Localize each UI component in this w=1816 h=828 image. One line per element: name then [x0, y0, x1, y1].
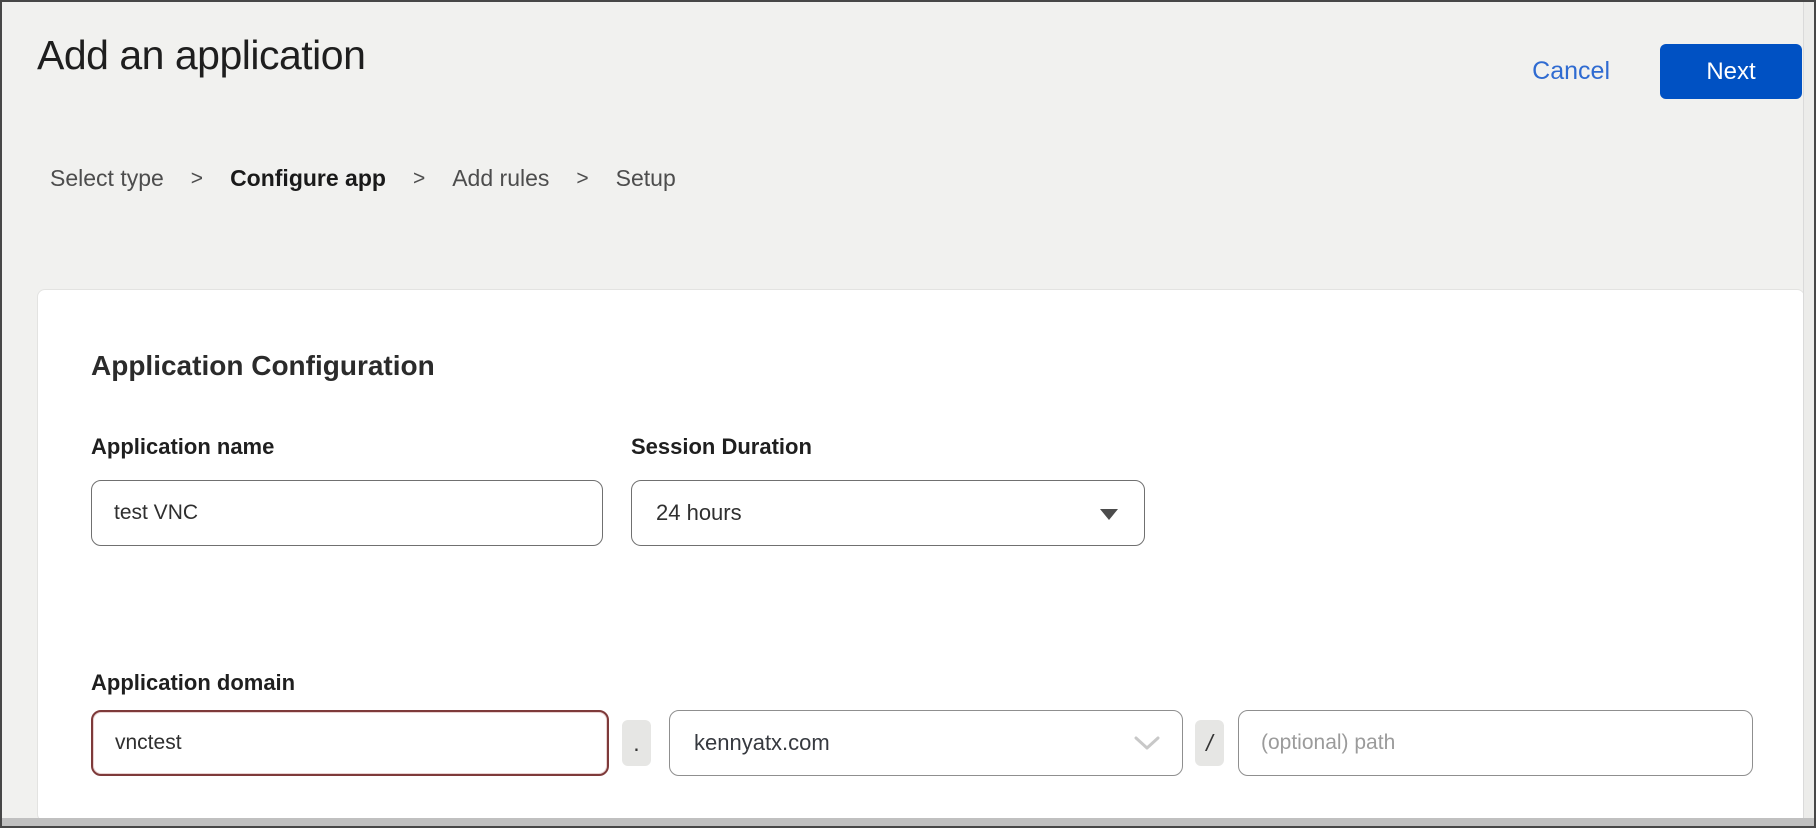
subdomain-input[interactable] — [91, 710, 609, 776]
breadcrumb-separator: > — [576, 167, 588, 191]
session-duration-select[interactable]: 24 hours — [631, 480, 1145, 546]
caret-down-icon — [1100, 509, 1118, 520]
step-configure-app[interactable]: Configure app — [230, 165, 386, 192]
session-duration-label: Session Duration — [631, 434, 812, 460]
path-input[interactable] — [1238, 710, 1753, 776]
application-name-label: Application name — [91, 434, 274, 460]
dot-separator: . — [622, 720, 651, 766]
window-bottom-edge — [2, 818, 1814, 826]
step-select-type[interactable]: Select type — [50, 165, 164, 192]
configuration-card: Application Configuration Application na… — [37, 289, 1805, 822]
application-domain-label: Application domain — [91, 670, 295, 696]
header-actions: Cancel Next — [1532, 44, 1802, 99]
session-duration-value: 24 hours — [656, 500, 742, 526]
domain-select-value: kennyatx.com — [694, 730, 830, 756]
add-application-page: Add an application Cancel Next Select ty… — [0, 0, 1816, 828]
breadcrumb-separator: > — [191, 167, 203, 191]
chevron-down-icon — [1134, 736, 1160, 751]
vertical-scrollbar[interactable] — [1803, 2, 1814, 826]
page-title: Add an application — [37, 32, 365, 79]
breadcrumb-separator: > — [413, 167, 425, 191]
section-title: Application Configuration — [91, 350, 435, 382]
domain-select[interactable]: kennyatx.com — [669, 710, 1183, 776]
application-name-input[interactable] — [91, 480, 603, 546]
step-add-rules[interactable]: Add rules — [452, 165, 549, 192]
cancel-button[interactable]: Cancel — [1532, 57, 1610, 86]
slash-separator: / — [1195, 720, 1224, 766]
step-setup[interactable]: Setup — [616, 165, 676, 192]
next-button[interactable]: Next — [1660, 44, 1802, 99]
breadcrumb: Select type > Configure app > Add rules … — [50, 165, 676, 192]
